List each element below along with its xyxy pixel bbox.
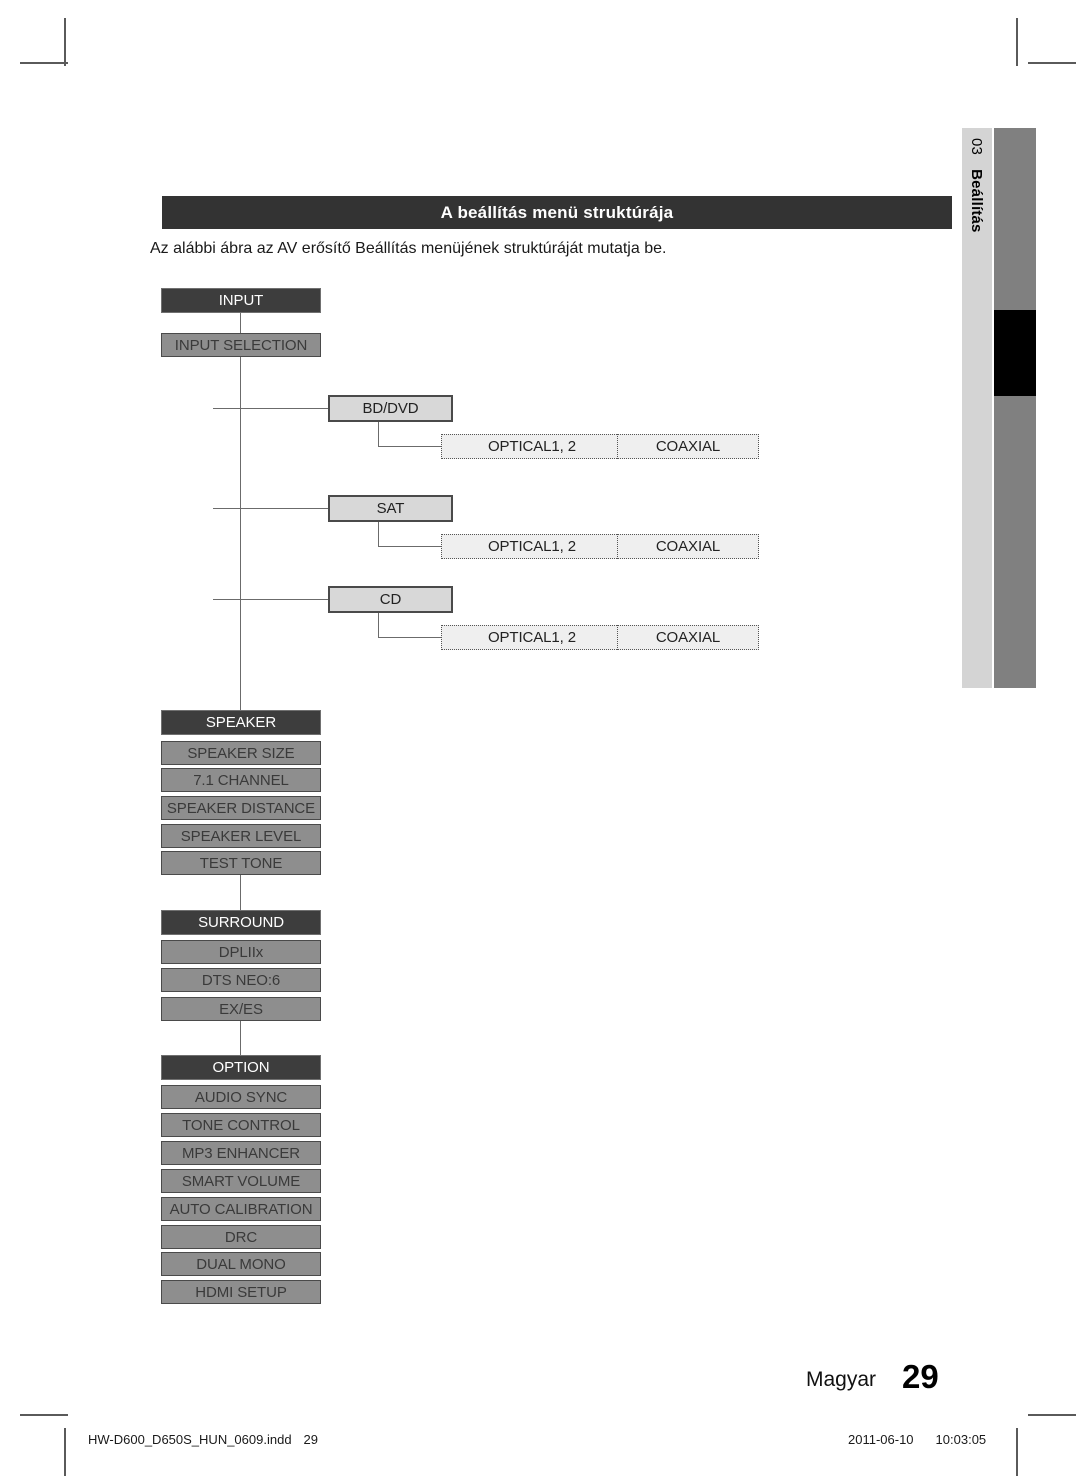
crop-mark-bottom-left-vertical [64,1428,66,1476]
chapter-tab-title: Beállítás [968,169,986,233]
connector-cd-down [378,613,379,637]
connector-input-spine [240,357,241,710]
connector-input-to-selection [240,313,241,333]
node-speaker-size: SPEAKER SIZE [161,741,321,765]
node-sat: SAT [328,495,453,522]
node-auto-calibration: AUTO CALIBRATION [161,1197,321,1221]
intro-paragraph: Az alábbi ábra az AV erősítő Beállítás m… [150,240,667,257]
node-drc: DRC [161,1225,321,1249]
node-cd-coaxial: COAXIAL [617,625,759,650]
crop-mark-top-right-horizontal [1028,62,1076,64]
page-number: 29 [902,1358,939,1395]
node-ex-es: EX/ES [161,997,321,1021]
node-speaker-channel: 7.1 CHANNEL [161,768,321,792]
node-tone-control: TONE CONTROL [161,1113,321,1137]
node-dpliix: DPLIIx [161,940,321,964]
print-timestamp: 2011-06-10 10:03:05 [848,1432,986,1447]
node-sat-coaxial: COAXIAL [617,534,759,559]
node-speaker-level: SPEAKER LEVEL [161,824,321,848]
node-cd: CD [328,586,453,613]
node-bd-dvd: BD/DVD [328,395,453,422]
crop-mark-bottom-right-vertical [1016,1428,1018,1476]
connector-bddvd-down [378,422,379,446]
node-sat-optical: OPTICAL1, 2 [441,534,623,559]
node-surround-header: SURROUND [161,910,321,935]
connector-speaker-to-surround [240,875,241,910]
node-smart-volume: SMART VOLUME [161,1169,321,1193]
print-time: 10:03:05 [935,1432,987,1447]
chapter-index-marker [994,310,1036,396]
node-cd-optical: OPTICAL1, 2 [441,625,623,650]
node-dual-mono: DUAL MONO [161,1252,321,1276]
node-audio-sync: AUDIO SYNC [161,1085,321,1109]
connector-spine-to-cd [213,599,330,600]
chapter-tab: 03 Beállítás [962,128,992,688]
crop-mark-top-left-horizontal [20,62,68,64]
crop-mark-top-right-vertical [1016,18,1018,66]
chapter-index-bar [994,128,1036,688]
connector-cd-to-leaf [378,637,443,638]
node-mp3-enhancer: MP3 ENHANCER [161,1141,321,1165]
connector-sat-down [378,522,379,546]
node-speaker-header: SPEAKER [161,710,321,735]
connector-sat-to-leaf [378,546,443,547]
node-speaker-distance: SPEAKER DISTANCE [161,796,321,820]
node-input-selection: INPUT SELECTION [161,333,321,357]
node-input-header: INPUT [161,288,321,313]
node-dts-neo6: DTS NEO:6 [161,968,321,992]
connector-surround-to-option [240,1021,241,1055]
connector-spine-to-bddvd [213,408,330,409]
language-label: Magyar [806,1368,877,1391]
connector-spine-to-sat [213,508,330,509]
node-bd-optical: OPTICAL1, 2 [441,434,623,459]
node-test-tone: TEST TONE [161,851,321,875]
print-date: 2011-06-10 [848,1432,914,1447]
print-file-page: 29 [303,1432,319,1447]
print-file-name: HW-D600_D650S_HUN_0609.indd 29 [88,1432,318,1447]
print-file-name-text: HW-D600_D650S_HUN_0609.indd [88,1432,292,1447]
connector-bddvd-to-leaf [378,446,443,447]
chapter-tab-number: 03 [968,138,986,156]
node-bd-coaxial: COAXIAL [617,434,759,459]
page-title: A beállítás menü struktúrája [162,196,952,229]
crop-mark-top-left-vertical [64,18,66,66]
node-hdmi-setup: HDMI SETUP [161,1280,321,1304]
node-option-header: OPTION [161,1055,321,1080]
chapter-tab-label: 03 Beállítás [962,128,992,688]
